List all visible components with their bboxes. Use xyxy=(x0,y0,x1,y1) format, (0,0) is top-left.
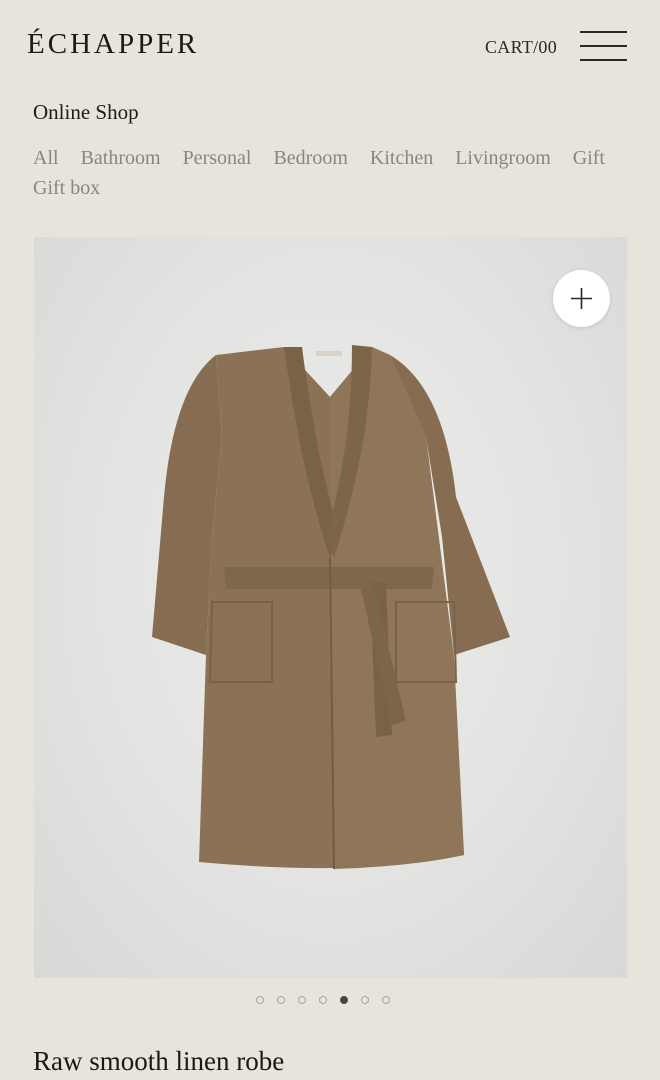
hamburger-menu-icon[interactable] xyxy=(580,30,627,62)
category-bedroom[interactable]: Bedroom xyxy=(273,146,347,170)
category-nav: All Bathroom Personal Bedroom Kitchen Li… xyxy=(33,146,633,200)
menu-line xyxy=(580,59,627,61)
category-kitchen[interactable]: Kitchen xyxy=(370,146,433,170)
category-all[interactable]: All xyxy=(33,146,59,170)
cart-link[interactable]: CART/00 xyxy=(485,37,557,58)
brand-logo[interactable]: ÉCHAPPER xyxy=(27,28,199,61)
category-bathroom[interactable]: Bathroom xyxy=(81,146,161,170)
plus-icon xyxy=(571,288,592,309)
site-header: ÉCHAPPER CART/00 xyxy=(0,0,660,96)
category-gift-box[interactable]: Gift box xyxy=(33,176,100,200)
zoom-button[interactable] xyxy=(553,270,610,327)
category-livingroom[interactable]: Livingroom xyxy=(455,146,551,170)
menu-line xyxy=(580,31,627,33)
carousel-dot[interactable] xyxy=(298,996,306,1004)
category-personal[interactable]: Personal xyxy=(183,146,252,170)
carousel-dot[interactable] xyxy=(277,996,285,1004)
category-gift[interactable]: Gift xyxy=(573,146,605,170)
carousel-dot[interactable] xyxy=(256,996,264,1004)
menu-line xyxy=(580,45,627,47)
carousel-dot[interactable] xyxy=(319,996,327,1004)
product-image[interactable] xyxy=(34,237,627,978)
carousel-dots xyxy=(256,996,406,1006)
product-title: Raw smooth linen robe xyxy=(33,1046,285,1076)
section-title: Online Shop xyxy=(33,100,139,124)
carousel-dot-active[interactable] xyxy=(340,996,348,1004)
carousel-dot[interactable] xyxy=(361,996,369,1004)
robe-illustration xyxy=(152,345,510,870)
carousel-dot[interactable] xyxy=(382,996,390,1004)
